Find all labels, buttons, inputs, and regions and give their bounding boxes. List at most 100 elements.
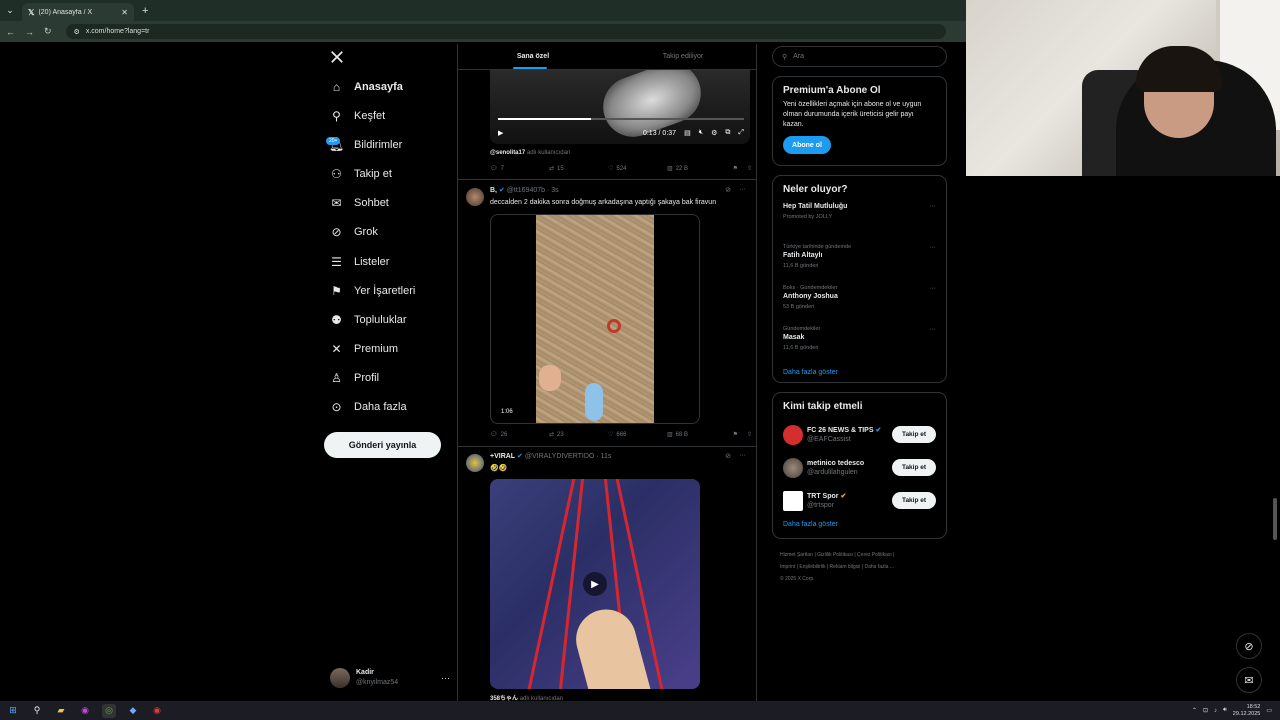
nav-chat[interactable]: ✉ Sohbet — [330, 196, 388, 210]
play-icon[interactable]: ▶ — [583, 572, 607, 596]
nav-home[interactable]: ⌂ Anasayfa — [330, 80, 403, 94]
nav-follow[interactable]: ⚇ Takip et — [330, 167, 392, 181]
trend-item[interactable]: Gündemdekiler Masak 11,6 B gönderi ··· — [783, 324, 936, 365]
follow-suggestion[interactable]: metinico tedesco @ardulilahgulen Takip e… — [783, 451, 936, 484]
pip-icon[interactable]: ⧉ — [725, 129, 730, 137]
clock[interactable]: 18:52 29.12.2025 — [1233, 704, 1261, 718]
who-to-follow-show-more[interactable]: Daha fazla göster — [783, 521, 936, 528]
more-icon[interactable]: ··· — [739, 186, 746, 194]
nav-communities[interactable]: ⚉ Topluluklar — [330, 313, 406, 327]
reply-button[interactable]: 💬︎ 26 — [490, 431, 549, 439]
avatar[interactable] — [466, 188, 484, 206]
video-player[interactable]: ▶ — [490, 479, 700, 689]
author-name[interactable]: B, — [490, 187, 497, 194]
volume-icon[interactable]: 🔊︎ — [1223, 707, 1227, 714]
tab-search-icon[interactable]: ⌄ — [0, 0, 20, 21]
forward-icon[interactable]: → — [25, 27, 34, 37]
x-logo-icon[interactable] — [330, 49, 344, 65]
nav-bookmarks[interactable]: ⚑ Yer İşaretleri — [330, 284, 415, 298]
video-player[interactable]: 1:06 — [490, 214, 700, 424]
grok-fab-icon[interactable]: ⊘ — [1236, 633, 1262, 659]
trends-show-more[interactable]: Daha fazla göster — [783, 369, 936, 376]
grok-icon[interactable]: ⊘ — [725, 452, 731, 460]
share-icon[interactable]: ⇧ — [747, 431, 752, 438]
address-bar[interactable]: ⚙ x.com/home?lang=tr — [65, 24, 946, 39]
views-button[interactable]: ▥ 22 B — [667, 165, 726, 173]
file-explorer-icon[interactable]: ▰ — [54, 704, 68, 718]
start-icon[interactable]: ⊞ — [6, 704, 20, 718]
tweet-text[interactable]: deccalden 2 dakika sonra doğmuş arkadaşı… — [490, 199, 716, 206]
new-tab-icon[interactable]: + — [142, 5, 148, 17]
footer-line[interactable]: Hizmet Şartları | Gizlilik Politikası | … — [780, 549, 950, 561]
follow-button[interactable]: Takip et — [892, 459, 936, 476]
tab-for-you[interactable]: Sana özel — [458, 44, 608, 69]
author-handle[interactable]: @tt169407b — [507, 187, 545, 194]
repost-button[interactable]: ⇄ 23 — [549, 431, 608, 439]
mic-icon[interactable]: ♪ — [1214, 708, 1217, 714]
nav-premium[interactable]: ✕ Premium — [330, 342, 398, 356]
tab-following[interactable]: Takip ediliyor — [608, 44, 756, 69]
like-button[interactable]: ♡ 666 — [608, 431, 667, 439]
messages-fab-icon[interactable]: ✉ — [1236, 667, 1262, 693]
video-player[interactable]: ▶ 0:13 / 0:37 ▤ 🔇︎ ⚙ ⧉ ⤢ — [490, 70, 750, 144]
back-icon[interactable]: ← — [6, 27, 15, 37]
follow-button[interactable]: Takip et — [892, 492, 936, 509]
share-icon[interactable]: ⇧ — [747, 165, 752, 172]
bookmark-icon[interactable]: ⚑ — [733, 431, 738, 438]
views-button[interactable]: ▥ 68 B — [667, 431, 726, 439]
nav-notifications[interactable]: 🔔︎ Bildirimler — [329, 138, 402, 152]
account-switcher[interactable]: Kadir @knyilmaz54 ··· — [330, 667, 450, 689]
repost-button[interactable]: ⇄ 15 — [549, 165, 608, 173]
obs-icon[interactable]: ◉ — [150, 704, 164, 718]
nav-lists[interactable]: ☰ Listeler — [330, 255, 389, 269]
fullscreen-icon[interactable]: ⤢ — [738, 129, 744, 137]
network-icon[interactable]: ⊡ — [1203, 707, 1208, 714]
captions-icon[interactable]: ▤ — [684, 129, 691, 137]
app-icon[interactable]: ◆ — [126, 704, 140, 718]
reply-button[interactable]: 💬︎ 7 — [490, 165, 549, 173]
notifications-icon[interactable]: ▭ — [1266, 707, 1272, 714]
follow-suggestion[interactable]: FC 26 NEWS & TIPS ✔ @EAFCassist Takip et — [783, 418, 936, 451]
tweet-time[interactable]: 3s — [551, 187, 558, 194]
trend-item[interactable]: Türkiye tarihinde gündemde Fatih Altaylı… — [783, 242, 936, 283]
more-icon[interactable]: ··· — [929, 285, 936, 292]
tray-chevron-icon[interactable]: ⌃ — [1192, 707, 1197, 714]
author-handle[interactable]: @VIRALYDIVERTIDO — [525, 453, 594, 460]
more-icon[interactable]: ··· — [441, 673, 450, 683]
video-progress-bar[interactable] — [498, 118, 744, 120]
nav-more[interactable]: ⊙ Daha fazla — [330, 400, 406, 414]
more-icon[interactable]: ··· — [929, 326, 936, 333]
tab-close-icon[interactable]: ✕ — [121, 8, 128, 17]
post-button[interactable]: Gönderi yayınla — [324, 432, 441, 458]
follow-suggestion[interactable]: TRT Spor ✔ @trtspor Takip et — [783, 484, 936, 517]
browser-tab[interactable]: 𝕏 (20) Anasayfa / X ✕ — [22, 3, 134, 21]
source-handle[interactable]: @senolita17 — [490, 150, 525, 156]
tweet-text[interactable]: 🤣🤣 — [490, 464, 507, 472]
more-icon[interactable]: ··· — [929, 244, 936, 251]
nav-grok[interactable]: ⊘ Grok — [330, 225, 377, 239]
bookmark-icon[interactable]: ⚑ — [733, 165, 738, 172]
chrome-icon[interactable]: ◎ — [102, 703, 116, 718]
nav-profile[interactable]: ♙ Profil — [330, 371, 379, 385]
settings-icon[interactable]: ⚙ — [711, 129, 717, 137]
app-icon[interactable]: ◉ — [78, 704, 92, 718]
play-icon[interactable]: ▶ — [498, 129, 503, 137]
more-icon[interactable]: ··· — [929, 203, 936, 210]
search-input[interactable]: ⚲ Ara — [772, 46, 947, 67]
avatar[interactable] — [466, 454, 484, 472]
site-info-icon[interactable]: ⚙ — [74, 28, 80, 36]
more-icon[interactable]: ··· — [739, 452, 746, 460]
follow-button[interactable]: Takip et — [892, 426, 936, 443]
trend-item[interactable]: Hep Tatil Mutluluğu Promoted by JOLLY ··… — [783, 201, 936, 242]
reload-icon[interactable]: ↻ — [44, 26, 52, 37]
trend-item[interactable]: Boks · Gündemdekiler Anthony Joshua 53 B… — [783, 283, 936, 324]
tweet-time[interactable]: 11s — [601, 453, 612, 460]
like-button[interactable]: ♡ 524 — [608, 165, 667, 173]
nav-explore[interactable]: ⚲ Keşfet — [330, 109, 385, 123]
mute-icon[interactable]: 🔇︎ — [699, 129, 703, 137]
scrollbar-thumb[interactable] — [1273, 498, 1277, 540]
subscribe-button[interactable]: Abone ol — [783, 136, 831, 154]
grok-icon[interactable]: ⊘ — [725, 186, 731, 194]
footer-line[interactable]: Imprint | Erişilebilirlik | Reklam bilgi… — [780, 561, 950, 573]
author-name[interactable]: +VIRAL — [490, 453, 515, 460]
